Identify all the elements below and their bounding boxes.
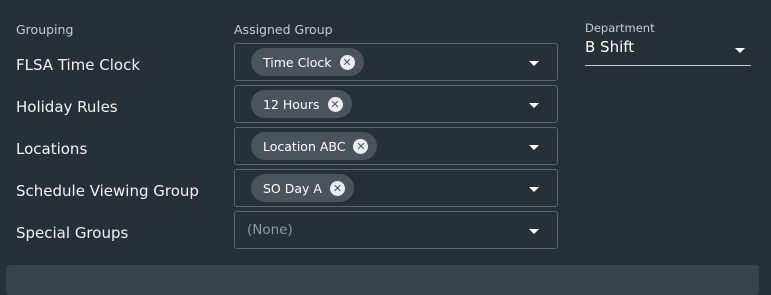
chip-remove-icon[interactable]: ✕ (339, 54, 355, 70)
special-groups-select[interactable]: (None) (234, 211, 558, 249)
row-label-schedule-viewing-group: Schedule Viewing Group (16, 182, 199, 200)
group-chip: SO Day A ✕ (251, 174, 354, 202)
schedule-viewing-group-select[interactable]: SO Day A ✕ (234, 169, 558, 207)
caret-down-icon[interactable] (529, 61, 539, 66)
chip-remove-icon[interactable]: ✕ (353, 138, 369, 154)
group-chip: 12 Hours ✕ (251, 90, 352, 118)
department-value: B Shift (585, 38, 635, 56)
department-select[interactable]: B Shift (585, 36, 751, 66)
department-label: Department (585, 21, 655, 35)
chip-remove-icon[interactable]: ✕ (329, 180, 345, 196)
row-label-flsa-time-clock: FLSA Time Clock (16, 56, 141, 74)
caret-down-icon[interactable] (529, 103, 539, 108)
chip-remove-icon[interactable]: ✕ (327, 96, 343, 112)
caret-down-icon[interactable] (529, 229, 539, 234)
chip-label: Location ABC (263, 138, 346, 154)
assigned-group-header: Assigned Group (234, 22, 333, 37)
chip-label: 12 Hours (263, 96, 320, 112)
bottom-panel (6, 265, 759, 295)
grouping-header: Grouping (16, 22, 74, 37)
caret-down-icon[interactable] (735, 48, 745, 53)
group-chip: Time Clock ✕ (251, 48, 364, 76)
row-label-locations: Locations (16, 140, 88, 158)
holiday-rules-select[interactable]: 12 Hours ✕ (234, 85, 558, 123)
group-chip: Location ABC ✕ (251, 132, 378, 160)
chip-label: Time Clock (263, 54, 332, 70)
placeholder-text: (None) (247, 222, 293, 238)
chip-label: SO Day A (263, 180, 322, 196)
caret-down-icon[interactable] (529, 187, 539, 192)
caret-down-icon[interactable] (529, 145, 539, 150)
row-label-special-groups: Special Groups (16, 224, 129, 242)
locations-select[interactable]: Location ABC ✕ (234, 127, 558, 165)
flsa-time-clock-select[interactable]: Time Clock ✕ (234, 43, 558, 81)
row-label-holiday-rules: Holiday Rules (16, 98, 118, 116)
